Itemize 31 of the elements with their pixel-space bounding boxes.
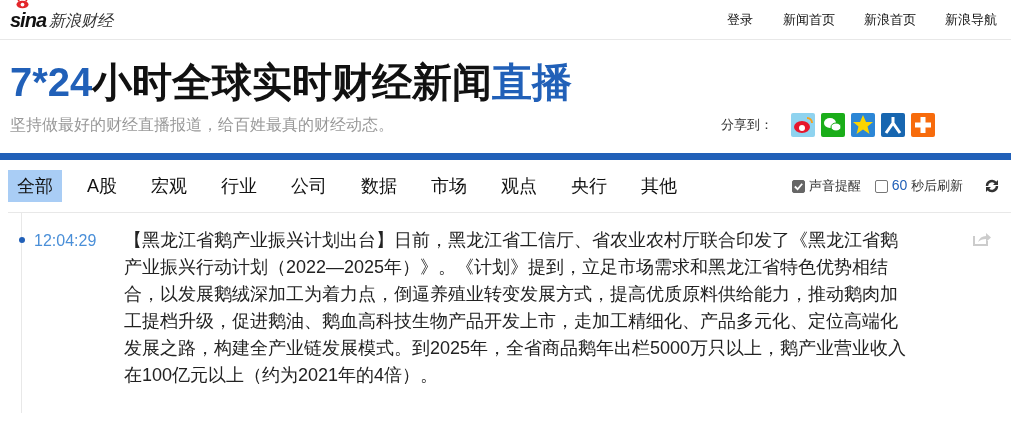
star-icon[interactable] bbox=[851, 113, 875, 137]
category-tab[interactable]: 宏观 bbox=[142, 170, 196, 202]
subtitle: 坚持做最好的财经直播报道，给百姓最真的财经动态。 bbox=[10, 114, 394, 135]
category-tab[interactable]: 数据 bbox=[352, 170, 406, 202]
chat-bubbles-icon[interactable] bbox=[821, 113, 845, 137]
nav-link[interactable]: 新浪首页 bbox=[864, 10, 916, 29]
share-label: 分享到： bbox=[721, 116, 773, 134]
category-tab[interactable]: A股 bbox=[78, 170, 126, 202]
logo-wordmark[interactable]: sina bbox=[10, 8, 47, 31]
sound-alert-label: 声音提醒 bbox=[808, 177, 861, 195]
refresh-icon[interactable] bbox=[985, 179, 999, 193]
nav-link[interactable]: 新闻首页 bbox=[783, 10, 835, 29]
page-title: 7*24小时全球实时财经新闻直播 bbox=[10, 59, 574, 106]
nav-link[interactable]: 新浪导航 bbox=[945, 10, 997, 29]
checkbox[interactable] bbox=[791, 179, 805, 193]
logo-text[interactable]: 新浪财经 bbox=[49, 10, 114, 31]
plus-icon[interactable] bbox=[911, 113, 935, 137]
news-time: 12:04:29 bbox=[34, 231, 98, 251]
category-tab[interactable]: 央行 bbox=[562, 170, 616, 202]
nav-link[interactable]: 登录 bbox=[727, 10, 753, 29]
category-tab[interactable]: 行业 bbox=[212, 170, 266, 202]
person-icon[interactable] bbox=[881, 113, 905, 137]
news-text: 【黑龙江省鹅产业振兴计划出台】日前，黑龙江省工信厅、省农业农村厅联合印发了《黑龙江省鹅产业振兴行动计划（2022—2025年）》。《计划》提到，立足市场需求和黑龙江省特色优势相结合，以发展鹅绒深加工为着力点，倒逼养殖业转变发展方式，提高优质原料供给能力，推动鹅肉加工提档升级，促进鹅油、鹅血高科技生物产品开发上市，走加工精细化、产品多元化、定位高端化发展之路，构建全产业链发展模式。到2025年，全省商品鹅年出栏5000万只以上，鹅产业营业收入在100亿元以上（约为2021年的4倍）。 bbox=[124, 229, 908, 387]
refresh-countdown-label: 60 秒后刷新 bbox=[891, 177, 963, 195]
category-tab[interactable]: 其他 bbox=[632, 170, 686, 202]
checkbox[interactable] bbox=[874, 179, 888, 193]
eye-icon[interactable] bbox=[791, 113, 815, 137]
category-tab[interactable]: 市场 bbox=[422, 170, 476, 202]
category-tab[interactable]: 公司 bbox=[282, 170, 336, 202]
category-tab[interactable]: 观点 bbox=[492, 170, 546, 202]
category-tab[interactable]: 全部 bbox=[8, 170, 62, 202]
